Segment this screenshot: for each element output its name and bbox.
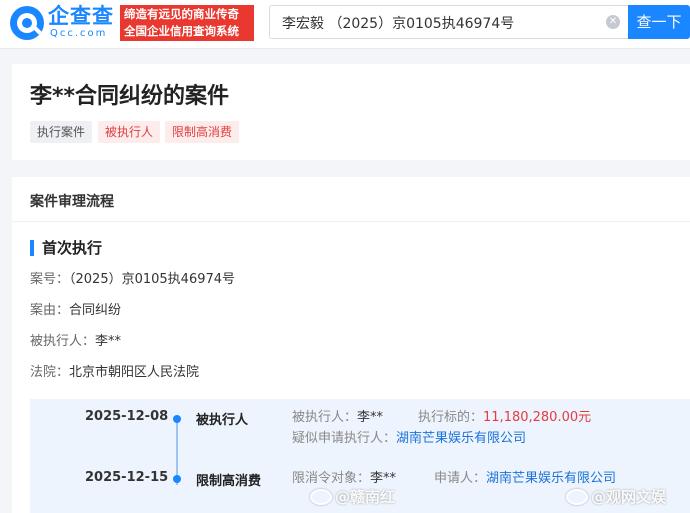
weibo-icon [566, 489, 588, 505]
event-date: 2025-12-15 [85, 470, 169, 485]
search-button[interactable]: 查一下 [628, 5, 690, 39]
search-box: ✕ [269, 5, 629, 40]
event-field-label: 执行标的： [418, 410, 484, 425]
section-title: 案件审理流程 [30, 194, 114, 210]
field-case-number: 案号：（2025）京0105执46974号 [30, 271, 235, 289]
field-label: 案号： [30, 272, 70, 287]
top-header: 企查查 Qcc.com 缔造有远见的商业传奇 全国企业信用查询系统 ✕ 查一下 [0, 0, 690, 49]
tag-execution-case: 执行案件 [30, 121, 93, 143]
field-value: 李** [95, 334, 122, 349]
event-field-value: 李** [370, 471, 397, 486]
field-label: 案由： [30, 303, 70, 318]
event-type: 被执行人 [196, 413, 249, 428]
event-field: 疑似申请执行人：湖南芒果娱乐有限公司 [292, 430, 526, 448]
event-field-label: 限消令对象： [292, 471, 371, 486]
watermark-text: @赣南红 [335, 488, 396, 506]
event-field-label: 被执行人： [292, 410, 358, 425]
slogan-banner: 缔造有远见的商业传奇 全国企业信用查询系统 [120, 5, 254, 41]
applicant-company-link[interactable]: 湖南芒果娱乐有限公司 [396, 431, 526, 446]
field-value: 合同纠纷 [69, 303, 122, 318]
logo-subtext: Qcc.com [50, 28, 108, 39]
field-label: 被执行人： [30, 334, 96, 349]
weibo-icon [310, 489, 332, 505]
event-field-value: 李** [357, 410, 384, 425]
slogan-line-2: 全国企业信用查询系统 [124, 24, 239, 38]
qcc-logo-icon[interactable] [10, 6, 44, 40]
event-date: 2025-12-08 [85, 409, 169, 424]
applicant-company-link[interactable]: 湖南芒果娱乐有限公司 [486, 471, 616, 486]
event-field: 执行标的：11,180,280.00元 [418, 409, 591, 427]
case-process-card: 案件审理流程 首次执行 案号：（2025）京0105执46974号 案由：合同纠… [12, 177, 690, 513]
field-value: （2025）京0105执46974号 [69, 272, 236, 287]
stage-title: 首次执行 [42, 239, 103, 257]
event-field-label: 疑似申请执行人： [292, 431, 397, 446]
divider [12, 221, 690, 222]
search-input[interactable] [280, 6, 604, 40]
field-case-cause: 案由：合同纠纷 [30, 302, 121, 320]
timeline-dot [173, 475, 181, 483]
weibo-watermark: @观网文娱 [566, 486, 666, 507]
case-title-card: 李**合同纠纷的案件 执行案件 被执行人 限制高消费 [12, 64, 690, 160]
event-type: 限制高消费 [196, 474, 262, 489]
event-field: 被执行人：李** [292, 409, 383, 427]
field-executed-person: 被执行人：李** [30, 333, 121, 351]
event-field-label: 申请人： [434, 471, 487, 486]
case-title: 李**合同纠纷的案件 [30, 84, 230, 109]
tag-consumption-restriction: 限制高消费 [165, 121, 240, 143]
field-court: 法院：北京市朝阳区人民法院 [30, 364, 199, 382]
slogan-line-1: 缔造有远见的商业传奇 [124, 7, 239, 21]
timeline-dot [173, 415, 181, 423]
field-label: 法院： [30, 365, 70, 380]
logo-text[interactable]: 企查查 [48, 4, 114, 28]
watermark-text: @观网文娱 [591, 488, 667, 506]
execution-amount: 11,180,280.00元 [483, 410, 592, 425]
clear-icon[interactable]: ✕ [606, 15, 620, 29]
stage-marker [30, 240, 34, 256]
weibo-watermark: @赣南红 [310, 486, 395, 507]
tag-person-subject-to-execution: 被执行人 [98, 121, 161, 143]
field-value: 北京市朝阳区人民法院 [69, 365, 200, 380]
